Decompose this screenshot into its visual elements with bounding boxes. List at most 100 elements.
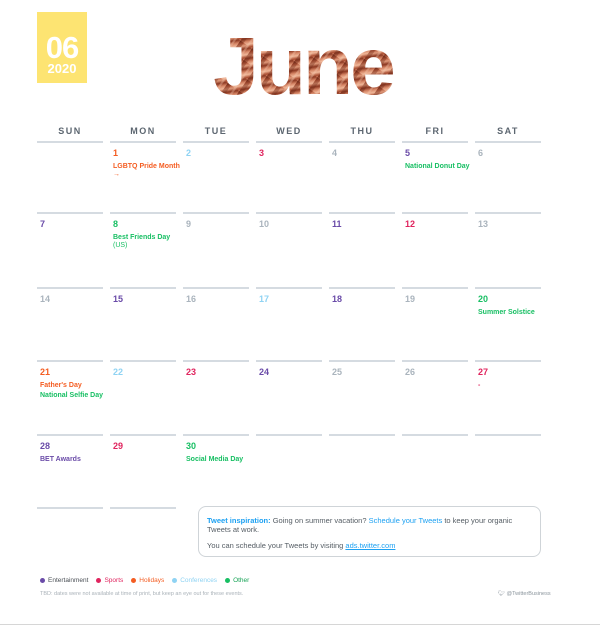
day-number: 8 [113,219,119,229]
tip-line-1: Tweet inspiration: Going on summer vacat… [207,516,532,534]
day-cell[interactable]: 20 Summer Solstice [475,289,541,359]
day-cell[interactable]: 7 [37,214,103,284]
event-list: Best Friends Day (US) [113,234,181,252]
day-number: 20 [478,294,489,304]
month-number: 06 [45,30,79,65]
cell-divider [256,434,322,436]
tip-line-2: You can schedule your Tweets by visiting… [207,541,532,550]
year: 2020 [47,61,77,76]
day-number: 15 [113,294,124,304]
legend-dot-icon [96,578,102,583]
legend-label: Holidays [139,577,165,584]
day-cell[interactable]: 2 [183,143,249,213]
day-number: 29 [113,441,124,451]
cell-divider [329,434,395,436]
day-cell[interactable]: 18 [329,289,395,359]
weekday-sat: SAT [497,126,519,136]
day-cell[interactable]: 10 [256,214,322,284]
day-number: 10 [259,219,270,229]
event-list: Social Media Day [186,456,254,466]
day-cell[interactable]: 24 [256,362,322,432]
day-cell[interactable]: 21 Father's Day National Selfie Day [37,362,103,432]
event-text: - [478,382,481,389]
tip-text-1: Going on summer vacation? [270,516,369,525]
day-number: 27 [478,367,489,377]
day-number: 12 [405,219,416,229]
cell-divider [110,507,176,509]
day-cell[interactable]: 8 Best Friends Day (US) [110,214,176,284]
day-number: 24 [259,367,270,377]
day-number: 16 [186,294,197,304]
day-cell[interactable]: 23 [183,362,249,432]
event-text: Summer Solstice [478,309,535,316]
day-cell[interactable]: 9 [183,214,249,284]
event-list: Summer Solstice [478,309,546,319]
schedule-tweets-link[interactable]: Schedule your Tweets [369,516,443,525]
day-number: 13 [478,219,489,229]
legend-label: Entertainment [48,577,89,584]
day-cell[interactable]: 15 [110,289,176,359]
cell-divider [475,434,541,436]
day-number: 18 [332,294,343,304]
day-number: 30 [186,441,197,451]
legend-item-sports: Sports [96,577,123,584]
month-badge: 06 2020 [37,12,87,83]
day-number: 5 [405,148,411,158]
day-cell[interactable]: 14 [37,289,103,359]
event-list: - [478,382,546,392]
day-cell[interactable]: 4 [329,143,395,213]
event-label: National Selfie Day [40,392,108,400]
day-cell[interactable]: 3 [256,143,322,213]
day-cell[interactable]: 29 [110,436,176,506]
event-label: BET Awards [40,456,108,464]
day-cell[interactable]: 22 [110,362,176,432]
day-cell[interactable]: 6 [475,143,541,213]
month-title-graphic: June [213,21,396,112]
event-list: Father's Day National Selfie Day [40,382,108,402]
tip-line-2-text: You can schedule your Tweets by visiting [207,541,346,550]
legend-item-holidays: Holidays [131,577,164,584]
day-cell[interactable]: 11 [329,214,395,284]
day-cell[interactable]: 12 [402,214,468,284]
handle-text: @TwitterBusiness [506,591,551,597]
day-cell[interactable]: 28 BET Awards [37,436,103,506]
twitter-bird-icon: 🐦︎ [498,591,505,597]
day-cell[interactable]: 19 [402,289,468,359]
day-cell[interactable]: 1 LGBTQ Pride Month → [110,143,180,213]
day-cell[interactable]: 16 [183,289,249,359]
bottom-divider [0,624,600,625]
day-cell[interactable]: 13 [475,214,541,284]
event-suffix: (US) [113,242,128,249]
ads-twitter-link[interactable]: ads.twitter.com [345,541,395,550]
legend-label: Other [233,577,250,584]
day-cell[interactable]: 26 [402,362,468,432]
event-label: Summer Solstice [478,309,546,317]
legend-dot-icon [131,578,137,583]
event-list: BET Awards [40,456,108,466]
day-cell[interactable]: 17 [256,289,322,359]
day-number: 26 [405,367,416,377]
event-text: Best Friends Day [113,234,171,241]
day-cell[interactable]: 30 Social Media Day [183,436,249,506]
twitter-handle: 🐦︎ @TwitterBusiness [498,591,551,597]
legend-item-conferences: Conferences [172,577,217,584]
event-list: LGBTQ Pride Month → [113,163,181,181]
tweet-inspiration-box: Tweet inspiration: Going on summer vacat… [198,506,541,557]
day-number: 28 [40,441,51,451]
weekday-fri: FRI [425,126,445,136]
day-number: 25 [332,367,343,377]
legend-item-entertainment: Entertainment [40,577,88,584]
weekday-thu: THU [350,126,374,136]
day-cell[interactable]: 25 [329,362,395,432]
day-number: 7 [40,219,46,229]
legend-dot-icon [225,578,231,583]
cell-divider [402,434,468,436]
day-number: 2 [186,148,192,158]
weekday-wed: WED [276,126,302,136]
day-number: 22 [113,367,124,377]
day-cell[interactable]: 5 National Donut Day [402,143,470,213]
cell-divider [37,507,103,509]
day-cell[interactable]: 27 - [475,362,541,432]
event-label: Father's Day [40,382,108,390]
legend-item-other: Other [225,577,249,584]
